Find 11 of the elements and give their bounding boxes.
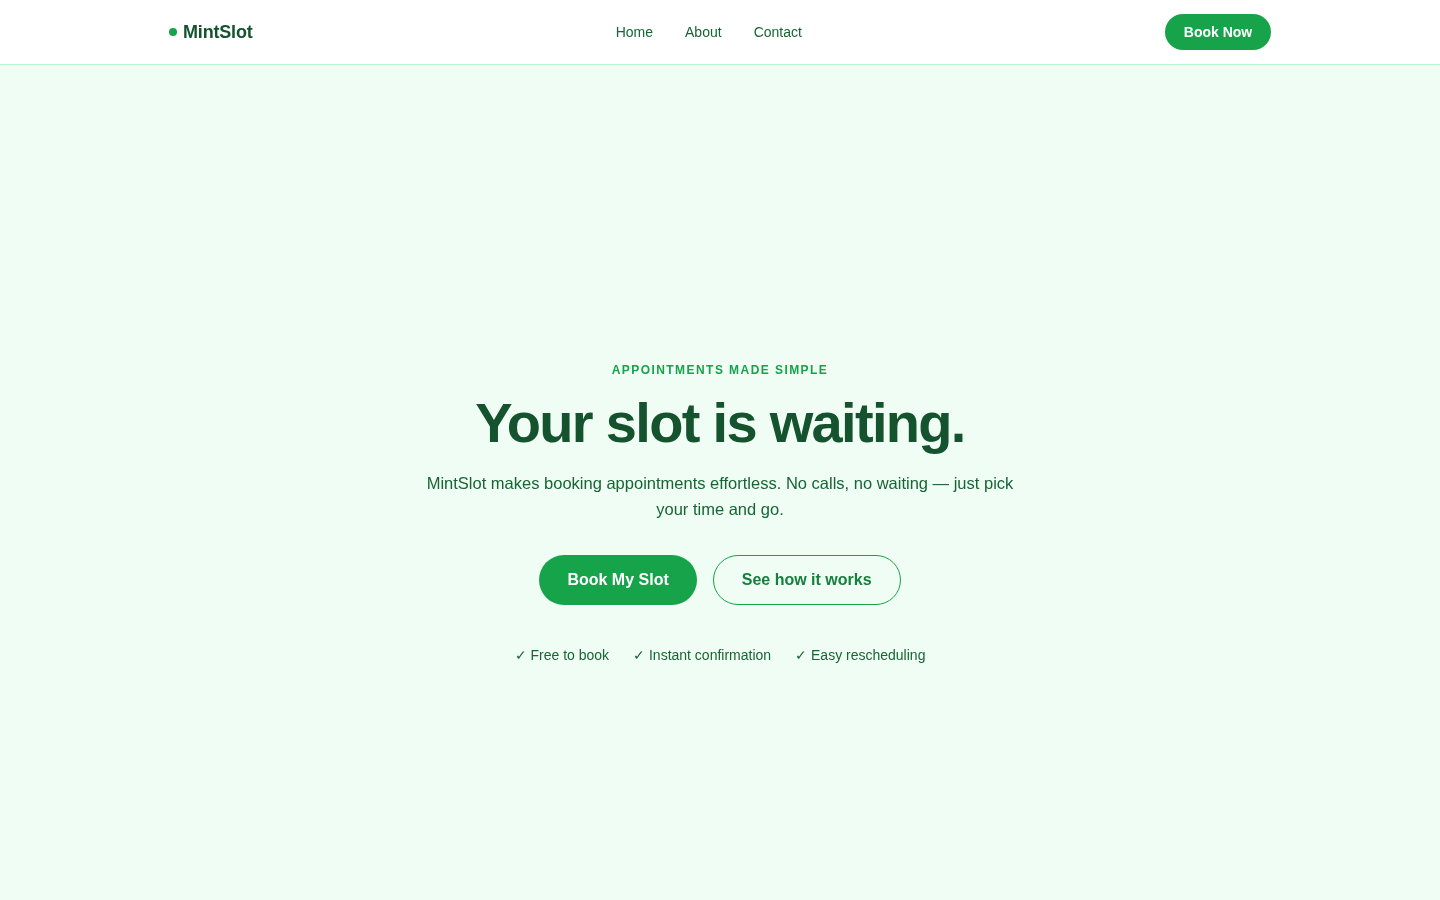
feature-text: ✓ Free to book: [514, 646, 610, 665]
nav-link[interactable]: Contact: [753, 21, 802, 43]
hero-heading: Your slot is waiting.: [475, 392, 965, 454]
feature-text: ✓ Instant confirmation: [633, 646, 772, 665]
logo-text[interactable]: MintSlot: [183, 18, 253, 46]
logo-dot-icon: [169, 28, 177, 36]
nav-link[interactable]: Home: [615, 21, 654, 43]
nav-link[interactable]: About: [685, 21, 722, 43]
feature-text: ✓ Easy rescheduling: [795, 646, 926, 665]
eyebrow-text: APPOINTMENTS MADE SIMPLE: [611, 362, 829, 378]
hero-description: MintSlot makes booking appointments effortless. No calls, no waiting — just pick your time and go.: [425, 473, 1015, 520]
